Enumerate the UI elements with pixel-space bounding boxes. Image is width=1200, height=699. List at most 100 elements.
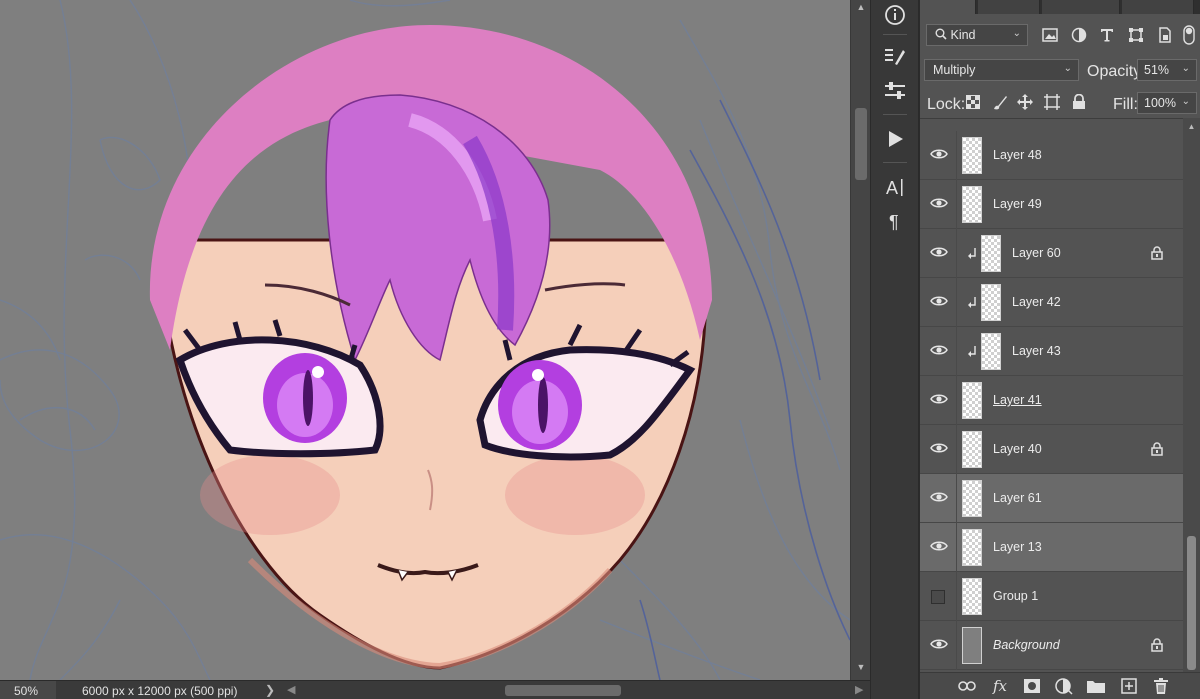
visibility-eye-icon[interactable] — [930, 637, 948, 651]
tab-layers[interactable] — [920, 0, 976, 14]
layer-row[interactable]: Layer 49 — [920, 180, 1183, 229]
layer-row[interactable]: Layer 60 — [920, 229, 1183, 278]
opacity-field[interactable]: 51% ⌄ — [1137, 59, 1197, 81]
zoom-level[interactable]: 50% — [0, 681, 56, 699]
layers-scroll-thumb[interactable] — [1187, 536, 1196, 670]
blend-mode-dropdown[interactable]: Multiply ⌄ — [924, 59, 1079, 81]
layer-filter-kind-dropdown[interactable]: Kind ⌄ — [926, 24, 1028, 46]
layer-thumbnail[interactable] — [962, 480, 982, 517]
layer-thumbnail[interactable] — [962, 137, 982, 174]
visibility-toggle-off[interactable] — [931, 590, 945, 604]
layer-thumbnail[interactable] — [962, 186, 982, 223]
visibility-eye-icon[interactable] — [930, 196, 948, 210]
brush-settings-icon[interactable] — [871, 42, 919, 72]
lock-transparent-pixels-icon[interactable] — [965, 94, 981, 110]
opacity-value: 51% — [1144, 63, 1170, 77]
scroll-up-arrow-icon[interactable]: ▲ — [1183, 122, 1200, 131]
layer-thumbnail[interactable] — [962, 627, 982, 664]
layer-name[interactable]: Layer 13 — [993, 540, 1042, 554]
layer-row[interactable]: Background — [920, 621, 1183, 670]
layers-scrollbar[interactable]: ▲ — [1183, 118, 1200, 672]
visibility-eye-icon[interactable] — [930, 392, 948, 406]
layer-row[interactable]: Layer 41 — [920, 376, 1183, 425]
new-group-folder-icon[interactable] — [1086, 677, 1106, 695]
lock-image-pixels-icon[interactable] — [992, 94, 1008, 110]
delete-layer-trash-icon[interactable] — [1151, 677, 1171, 695]
face-artwork — [0, 0, 850, 680]
lock-position-icon[interactable] — [1017, 94, 1033, 110]
canvas-horizontal-scroll-thumb[interactable] — [505, 685, 621, 696]
status-more-chevron-icon[interactable]: ❯ — [265, 683, 275, 697]
layer-name[interactable]: Layer 60 — [1012, 246, 1061, 260]
layer-name[interactable]: Layer 49 — [993, 197, 1042, 211]
actions-play-icon[interactable] — [871, 124, 919, 154]
info-panel-icon[interactable] — [871, 0, 919, 30]
layer-thumbnail[interactable] — [981, 333, 1001, 370]
visibility-eye-icon[interactable] — [930, 441, 948, 455]
character-panel-icon[interactable]: A — [871, 172, 919, 202]
filter-kind-label: Kind — [950, 28, 976, 42]
layer-row[interactable]: Layer 13 — [920, 523, 1183, 572]
layer-style-fx-icon[interactable]: fx — [990, 677, 1010, 695]
tab-channels[interactable] — [978, 0, 1040, 14]
layer-thumbnail[interactable] — [981, 235, 1001, 272]
visibility-eye-icon[interactable] — [930, 343, 948, 357]
visibility-eye-icon[interactable] — [930, 539, 948, 553]
layer-list[interactable]: Layer 48 Layer 49 Layer 60 Layer 42 Layer 43… — [920, 118, 1183, 672]
layer-thumbnail[interactable] — [962, 431, 982, 468]
layer-name[interactable]: Group 1 — [993, 589, 1038, 603]
smart-object-filter-icon[interactable] — [1156, 26, 1174, 44]
layer-name[interactable]: Background — [993, 638, 1060, 652]
link-layers-icon[interactable] — [957, 677, 977, 695]
fill-label: Fill: — [1113, 96, 1138, 113]
blend-mode-value: Multiply — [933, 63, 976, 77]
new-adjustment-layer-icon[interactable] — [1054, 677, 1074, 695]
image-filter-icon[interactable] — [1041, 26, 1059, 44]
layer-row[interactable]: Layer 61 — [920, 474, 1183, 523]
tab-more[interactable] — [1122, 0, 1194, 14]
layer-thumbnail[interactable] — [962, 529, 982, 566]
scroll-down-arrow-icon[interactable]: ▼ — [851, 662, 871, 672]
visibility-eye-icon[interactable] — [930, 147, 948, 161]
layer-name[interactable]: Layer 40 — [993, 442, 1042, 456]
scroll-right-arrow-icon[interactable]: ▶ — [855, 683, 863, 696]
document-info: 6000 px x 12000 px (500 ppi) — [82, 684, 238, 698]
layer-row-divider — [956, 523, 957, 572]
layer-thumbnail[interactable] — [962, 578, 982, 615]
adjustment-filter-icon[interactable] — [1070, 26, 1088, 44]
layer-name[interactable]: Layer 48 — [993, 148, 1042, 162]
layer-row[interactable]: Layer 43 — [920, 327, 1183, 376]
filter-toggle-icon[interactable] — [1182, 25, 1196, 45]
layer-row[interactable]: Group 1 — [920, 572, 1183, 621]
layer-thumbnail[interactable] — [962, 382, 982, 419]
visibility-eye-icon[interactable] — [930, 490, 948, 504]
tools-divider — [883, 114, 907, 115]
shape-filter-icon[interactable] — [1127, 26, 1145, 44]
layer-row[interactable]: Layer 42 — [920, 278, 1183, 327]
scroll-up-arrow-icon[interactable]: ▲ — [851, 2, 871, 12]
layer-row[interactable]: Layer 48 — [920, 131, 1183, 180]
layer-row[interactable]: Layer 40 — [920, 425, 1183, 474]
visibility-eye-icon[interactable] — [930, 294, 948, 308]
canvas-vertical-scrollbar[interactable]: ▲ ▼ — [850, 0, 870, 680]
lock-all-icon[interactable] — [1071, 94, 1087, 110]
layer-name[interactable]: Layer 42 — [1012, 295, 1061, 309]
paragraph-panel-icon[interactable]: ¶ — [871, 206, 919, 236]
adjustments-icon[interactable] — [871, 76, 919, 106]
search-icon — [935, 28, 947, 40]
fill-field[interactable]: 100% ⌄ — [1137, 92, 1197, 114]
canvas-vertical-scroll-thumb[interactable] — [855, 108, 867, 180]
lock-artboard-icon[interactable] — [1044, 94, 1060, 110]
layer-name[interactable]: Layer 61 — [993, 491, 1042, 505]
layer-name[interactable]: Layer 43 — [1012, 344, 1061, 358]
document-canvas[interactable] — [0, 0, 850, 680]
scroll-left-arrow-icon[interactable]: ◀ — [287, 683, 295, 696]
tab-paths[interactable] — [1042, 0, 1120, 14]
layer-thumbnail[interactable] — [981, 284, 1001, 321]
clipping-mask-arrow-icon — [968, 248, 976, 259]
visibility-eye-icon[interactable] — [930, 245, 948, 259]
type-filter-icon[interactable] — [1098, 26, 1116, 44]
add-mask-icon[interactable] — [1022, 677, 1042, 695]
layer-name[interactable]: Layer 41 — [993, 393, 1042, 407]
new-layer-icon[interactable] — [1119, 677, 1139, 695]
